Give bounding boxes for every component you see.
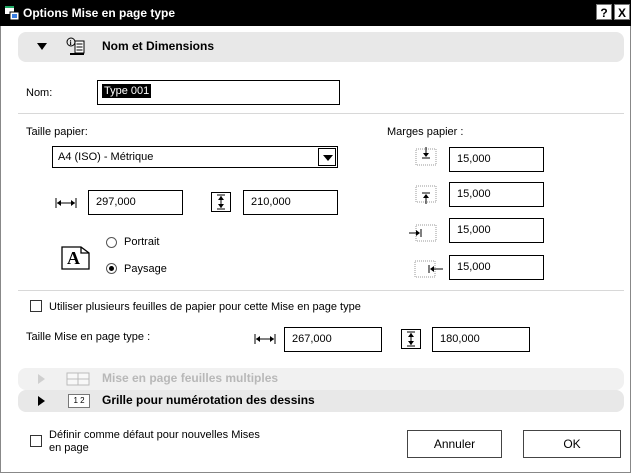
default-layout-label-line1: Définir comme défaut pour nouvelles Mise… [49,429,260,441]
section-header-grid[interactable]: 1 2 Grille pour numérotation des dessins [18,390,624,412]
margins-label: Marges papier : [387,126,464,138]
grid-numbering-icon: 1 2 [68,394,90,408]
cancel-button[interactable]: Annuler [407,430,502,458]
multi-sheet-label: Utiliser plusieurs feuilles de papier po… [49,301,361,313]
top-margin-icon [415,147,437,166]
section-title-nom-dimensions: Nom et Dimensions [102,39,215,53]
section-title-multi-sheet: Mise en page feuilles multiples [102,371,279,385]
nom-label: Nom: [26,87,53,99]
layout-app-icon [5,6,20,21]
layout-width-input[interactable]: 267,000 [284,327,382,352]
collapsed-triangle-icon [38,374,45,384]
help-button[interactable]: ? [596,4,612,20]
section-header-multi-sheet: Mise en page feuilles multiples [18,368,624,390]
multi-sheet-icon [66,372,90,386]
paper-height-input[interactable]: 210,000 [243,190,338,215]
nom-input[interactable]: Type 001 [97,80,340,105]
title-bar: Options Mise en page type ? X [0,0,631,26]
close-button[interactable]: X [614,4,630,20]
width-arrow-icon [55,198,77,208]
orientation-icon-letter: A [67,248,80,268]
default-layout-label-line2: en page [49,442,89,454]
layout-size-label: Taille Mise en page type : [26,331,151,343]
orientation-icon: A [61,241,93,271]
info-sheet-icon: i [66,37,85,55]
margin-bottom-input[interactable]: 15,000 [449,182,544,207]
svg-text:i: i [70,39,72,47]
default-layout-checkbox[interactable] [30,435,42,447]
portrait-label: Portrait [124,236,160,248]
landscape-radio[interactable] [106,263,117,274]
section-title-grid: Grille pour numérotation des dessins [102,393,315,407]
paper-size-value: A4 (ISO) - Métrique [58,151,154,163]
collapsed-triangle-icon[interactable] [38,396,45,406]
portrait-radio[interactable] [106,237,117,248]
window-title: Options Mise en page type [23,6,176,20]
paper-width-input[interactable]: 297,000 [88,190,183,215]
right-margin-icon [414,260,443,278]
margin-right-input[interactable]: 15,000 [449,255,544,280]
bottom-margin-icon [415,185,437,204]
ok-button[interactable]: OK [523,430,621,458]
expanded-triangle-icon[interactable] [37,43,47,51]
separator [18,113,624,114]
left-margin-icon [409,224,437,242]
paper-size-label: Taille papier: [26,126,88,138]
paper-size-dropdown[interactable]: A4 (ISO) - Métrique [52,146,338,168]
margin-top-input[interactable]: 15,000 [449,147,544,172]
layout-height-input[interactable]: 180,000 [432,327,530,352]
nom-value: Type 001 [102,84,152,98]
chevron-down-icon[interactable] [318,148,336,166]
section-header-nom-dimensions[interactable]: i Nom et Dimensions [18,32,624,62]
separator [18,290,624,291]
multi-sheet-checkbox[interactable] [30,300,42,312]
height-arrow-icon [211,192,231,212]
layout-height-arrow-icon [401,329,421,349]
margin-left-input[interactable]: 15,000 [449,218,544,243]
layout-width-arrow-icon [254,334,276,344]
landscape-label: Paysage [124,263,167,275]
